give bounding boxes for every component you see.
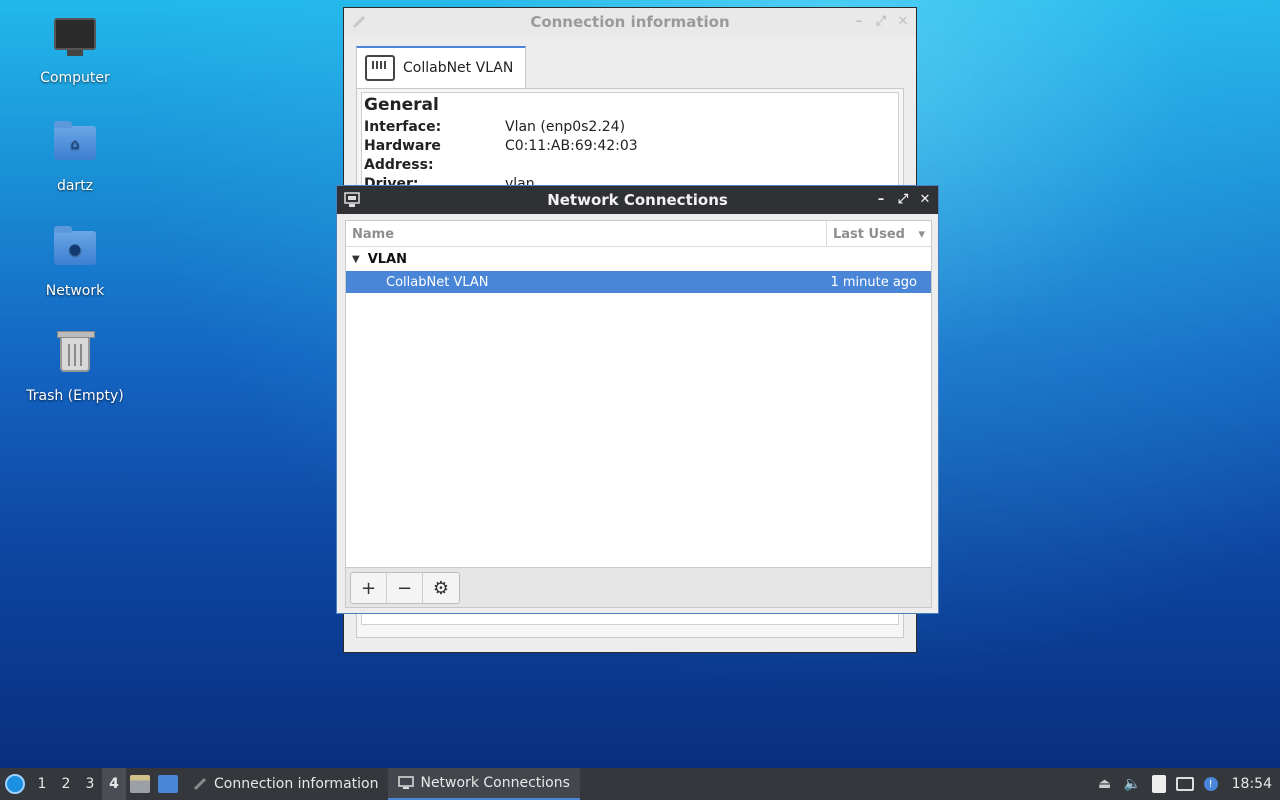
computer-icon <box>52 18 98 64</box>
expander-down-icon[interactable]: ▼ <box>352 254 360 265</box>
network-connections-icon <box>344 192 360 207</box>
network-connections-icon <box>398 776 415 789</box>
show-desktop-icon[interactable] <box>158 775 178 793</box>
gear-icon: ⚙ <box>432 577 450 599</box>
tab-collabnet-vlan[interactable]: CollabNet VLAN <box>356 46 527 88</box>
task-network-connections[interactable]: Network Connections <box>388 768 580 800</box>
home-folder-icon: ⌂ <box>52 121 98 172</box>
taskbar: 1 2 3 4 Connection information Network C… <box>0 768 1280 800</box>
desktop-icon-label: Computer <box>40 70 110 86</box>
clipboard-icon[interactable] <box>1151 775 1166 793</box>
remove-connection-button[interactable]: − <box>387 573 423 603</box>
info-value: C0:11:AB:69:42:03 <box>505 138 638 154</box>
clock[interactable]: 18:54 <box>1228 776 1272 792</box>
desktop-icon-label: Network <box>45 283 105 299</box>
network-folder-icon: ● <box>52 226 98 277</box>
desktop-icon-label: Trash (Empty) <box>26 388 124 404</box>
task-connection-information[interactable]: Connection information <box>182 768 388 800</box>
column-header-name[interactable]: Name <box>346 221 827 246</box>
network-status-icon[interactable] <box>1175 777 1194 791</box>
sort-descending-icon: ▾ <box>918 227 925 242</box>
eject-icon[interactable]: ⏏ <box>1096 775 1114 793</box>
workspace-3[interactable]: 3 <box>78 768 102 800</box>
desktop-icon-network[interactable]: ● Network <box>20 225 130 299</box>
minimize-button[interactable]: – <box>852 15 866 29</box>
close-button[interactable]: ✕ <box>918 193 932 207</box>
window-title: Network Connections <box>547 191 728 209</box>
edit-connection-button[interactable]: ⚙ <box>423 573 459 603</box>
trash-icon <box>52 331 98 382</box>
maximize-button[interactable]: ⤢ <box>896 193 910 207</box>
info-key: Interface: <box>364 119 442 135</box>
task-label: Network Connections <box>420 775 570 791</box>
maximize-button[interactable]: ⤢ <box>874 15 888 29</box>
window-titlebar[interactable]: Network Connections – ⤢ ✕ <box>337 186 938 214</box>
add-connection-button[interactable]: + <box>351 573 387 603</box>
connections-list[interactable]: Name Last Used ▾ ▼ VLAN CollabNet VLAN 1… <box>345 220 932 568</box>
close-button[interactable]: ✕ <box>896 15 910 29</box>
info-key: Hardware Address: <box>364 138 441 173</box>
info-value: Vlan (enp0s2.24) <box>505 119 626 135</box>
network-connections-window[interactable]: Network Connections – ⤢ ✕ Name Last Used… <box>336 185 939 614</box>
desktop-icon-home-folder[interactable]: ⌂ dartz <box>20 120 130 194</box>
network-app-icon <box>352 15 366 29</box>
connection-name: CollabNet VLAN <box>386 274 489 290</box>
workspace-1[interactable]: 1 <box>30 768 54 800</box>
info-row-interface: Interface: Vlan (enp0s2.24) <box>364 118 896 137</box>
desktop-icon-trash[interactable]: Trash (Empty) <box>20 328 130 404</box>
update-notifier-icon[interactable]: ! <box>1203 777 1218 791</box>
list-header: Name Last Used ▾ <box>346 221 931 247</box>
connection-row[interactable]: CollabNet VLAN 1 minute ago <box>346 271 931 293</box>
workspace-4[interactable]: 4 <box>102 768 126 800</box>
button-group: + − ⚙ <box>350 572 460 604</box>
list-toolbar: + − ⚙ <box>345 568 932 608</box>
group-label: VLAN <box>367 251 407 267</box>
volume-icon[interactable]: 🔈 <box>1124 775 1142 793</box>
window-title: Connection information <box>530 13 730 31</box>
minimize-button[interactable]: – <box>874 193 888 207</box>
window-titlebar[interactable]: Connection information – ⤢ ✕ <box>344 8 916 36</box>
minus-icon: − <box>396 577 413 599</box>
connection-last-used: 1 minute ago <box>830 274 917 290</box>
network-app-icon <box>193 777 207 791</box>
ethernet-icon <box>365 55 395 81</box>
column-header-label: Last Used <box>833 227 905 242</box>
distro-logo-icon <box>5 774 25 794</box>
workspace-2[interactable]: 2 <box>54 768 78 800</box>
desktop-icon-computer[interactable]: Computer <box>20 18 130 86</box>
info-row-hardware-address: Hardware Address: C0:11:AB:69:42:03 <box>364 137 896 175</box>
column-header-last-used[interactable]: Last Used ▾ <box>827 221 931 246</box>
start-menu-button[interactable] <box>0 768 30 800</box>
section-title: General <box>364 95 439 115</box>
tab-label: CollabNet VLAN <box>403 60 514 76</box>
system-tray: ⏏ 🔈 ! 18:54 <box>1096 775 1280 793</box>
desktop-icon-label: dartz <box>56 178 94 194</box>
file-manager-launcher-icon[interactable] <box>130 775 150 793</box>
task-label: Connection information <box>214 776 379 792</box>
group-row-vlan[interactable]: ▼ VLAN <box>346 247 931 271</box>
plus-icon: + <box>360 577 377 599</box>
